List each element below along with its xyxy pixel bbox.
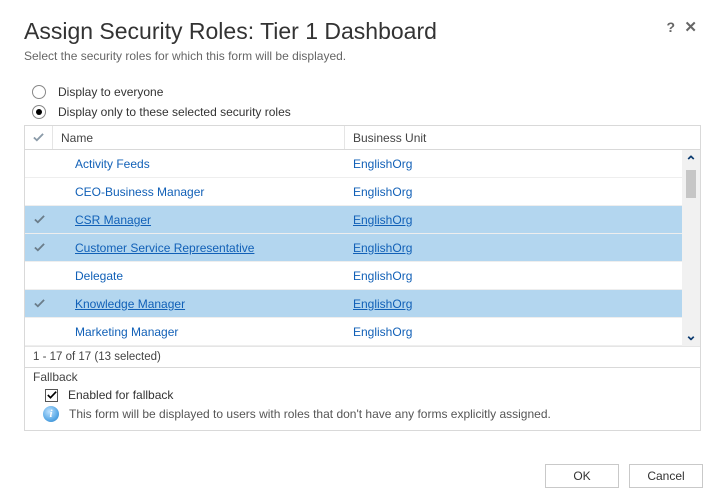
- fallback-info-text: This form will be displayed to users wit…: [69, 407, 551, 421]
- roles-table: Name Business Unit Activity Feeds English…: [24, 125, 701, 431]
- table-row[interactable]: Knowledge Manager EnglishOrg: [25, 290, 682, 318]
- check-icon: [47, 390, 57, 400]
- table-header-row: Name Business Unit: [25, 126, 700, 150]
- dialog-button-bar: OK Cancel: [545, 464, 703, 488]
- vertical-scrollbar[interactable]: ⌃ ⌄: [682, 150, 700, 346]
- check-icon: [33, 132, 44, 143]
- radio-icon: [32, 105, 46, 119]
- radio-label: Display to everyone: [58, 85, 163, 99]
- business-unit-link[interactable]: EnglishOrg: [353, 325, 412, 339]
- ok-button[interactable]: OK: [545, 464, 619, 488]
- select-all-checkbox[interactable]: [25, 126, 53, 149]
- check-icon: [34, 242, 45, 253]
- row-name-cell: Delegate: [53, 269, 345, 283]
- cancel-button[interactable]: Cancel: [629, 464, 703, 488]
- table-row[interactable]: CEO-Business Manager EnglishOrg: [25, 178, 682, 206]
- role-name-link[interactable]: Delegate: [75, 269, 123, 283]
- dialog-subtitle: Select the security roles for which this…: [24, 49, 701, 63]
- check-icon: [34, 298, 45, 309]
- row-name-cell: Knowledge Manager: [53, 297, 345, 311]
- table-row[interactable]: Delegate EnglishOrg: [25, 262, 682, 290]
- role-name-link[interactable]: Customer Service Representative: [75, 241, 254, 255]
- row-name-cell: Activity Feeds: [53, 157, 345, 171]
- table-row[interactable]: CSR Manager EnglishOrg: [25, 206, 682, 234]
- role-name-link[interactable]: CEO-Business Manager: [75, 185, 204, 199]
- info-icon: i: [43, 406, 59, 422]
- scroll-thumb[interactable]: [686, 170, 696, 198]
- assign-security-roles-dialog: Assign Security Roles: Tier 1 Dashboard …: [0, 0, 725, 502]
- role-name-link[interactable]: CSR Manager: [75, 213, 151, 227]
- dialog-title: Assign Security Roles: Tier 1 Dashboard: [24, 18, 701, 45]
- radio-display-everyone[interactable]: Display to everyone: [32, 85, 701, 99]
- row-name-cell: Marketing Manager: [53, 325, 345, 339]
- column-header-name[interactable]: Name: [53, 126, 345, 149]
- business-unit-link[interactable]: EnglishOrg: [353, 269, 412, 283]
- row-bu-cell: EnglishOrg: [345, 269, 682, 283]
- help-icon[interactable]: ?: [666, 20, 675, 34]
- fallback-label: Fallback: [33, 370, 692, 384]
- role-name-link[interactable]: Activity Feeds: [75, 157, 150, 171]
- fallback-enabled-label: Enabled for fallback: [68, 388, 173, 402]
- table-row[interactable]: Activity Feeds EnglishOrg: [25, 150, 682, 178]
- row-checkbox[interactable]: [25, 214, 53, 225]
- fallback-enabled-row[interactable]: Enabled for fallback: [45, 388, 692, 402]
- business-unit-link[interactable]: EnglishOrg: [353, 241, 412, 255]
- column-header-business-unit[interactable]: Business Unit: [345, 126, 700, 149]
- row-bu-cell: EnglishOrg: [345, 213, 682, 227]
- role-name-link[interactable]: Marketing Manager: [75, 325, 178, 339]
- check-icon: [34, 214, 45, 225]
- scroll-down-icon[interactable]: ⌄: [685, 328, 697, 342]
- table-row[interactable]: Marketing Manager EnglishOrg: [25, 318, 682, 346]
- fallback-info-row: i This form will be displayed to users w…: [43, 406, 692, 422]
- row-bu-cell: EnglishOrg: [345, 325, 682, 339]
- table-footer-count: 1 - 17 of 17 (13 selected): [25, 346, 700, 367]
- role-name-link[interactable]: Knowledge Manager: [75, 297, 185, 311]
- row-bu-cell: EnglishOrg: [345, 157, 682, 171]
- close-icon[interactable]: ✕: [684, 20, 697, 35]
- row-bu-cell: EnglishOrg: [345, 297, 682, 311]
- radio-label: Display only to these selected security …: [58, 105, 291, 119]
- business-unit-link[interactable]: EnglishOrg: [353, 297, 412, 311]
- fallback-section: Fallback Enabled for fallback i This for…: [24, 367, 701, 431]
- row-name-cell: CEO-Business Manager: [53, 185, 345, 199]
- scroll-up-icon[interactable]: ⌃: [685, 154, 697, 168]
- row-bu-cell: EnglishOrg: [345, 185, 682, 199]
- table-body: Activity FeedsEnglishOrgCEO-Business Man…: [25, 150, 682, 346]
- row-name-cell: CSR Manager: [53, 213, 345, 227]
- business-unit-link[interactable]: EnglishOrg: [353, 157, 412, 171]
- business-unit-link[interactable]: EnglishOrg: [353, 213, 412, 227]
- row-checkbox[interactable]: [25, 298, 53, 309]
- row-checkbox[interactable]: [25, 242, 53, 253]
- row-name-cell: Customer Service Representative: [53, 241, 345, 255]
- dialog-header: Assign Security Roles: Tier 1 Dashboard …: [24, 18, 701, 45]
- radio-display-selected[interactable]: Display only to these selected security …: [32, 105, 701, 119]
- radio-icon: [32, 85, 46, 99]
- fallback-checkbox[interactable]: [45, 389, 58, 402]
- business-unit-link[interactable]: EnglishOrg: [353, 185, 412, 199]
- row-bu-cell: EnglishOrg: [345, 241, 682, 255]
- table-row[interactable]: Customer Service Representative EnglishOr…: [25, 234, 682, 262]
